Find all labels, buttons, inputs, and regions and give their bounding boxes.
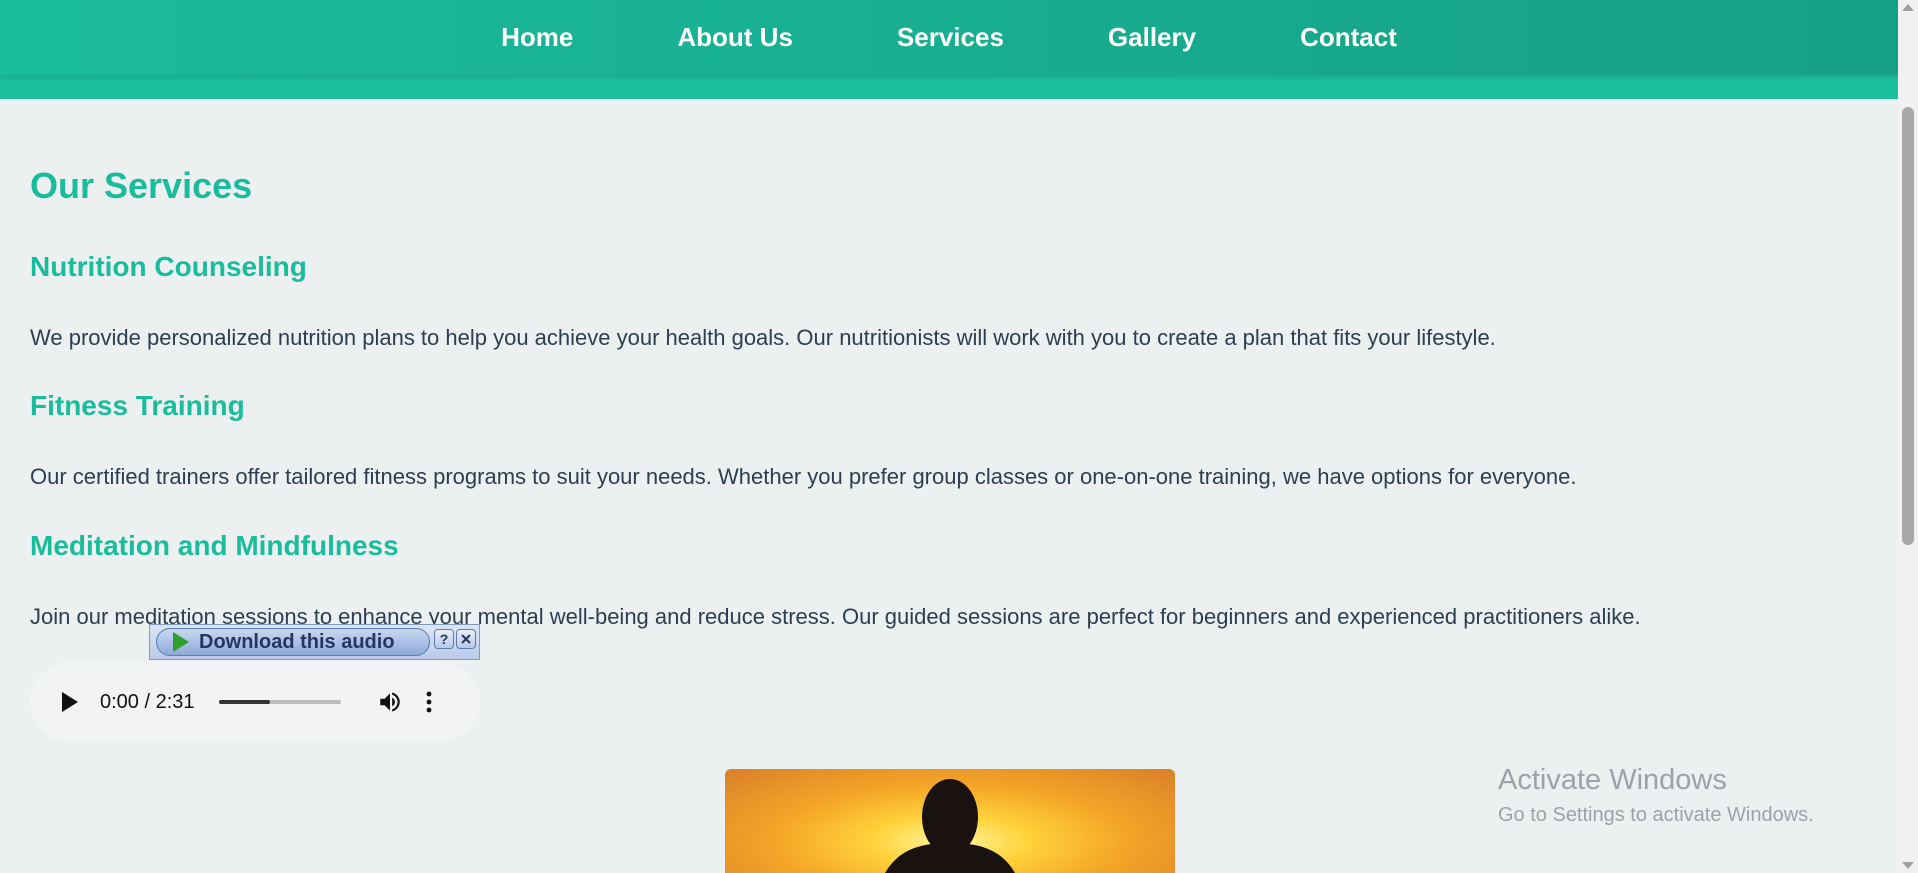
download-audio-toolbar: Download this audio ? (149, 624, 480, 660)
nav-links: Home About Us Services Gallery Contact (0, 0, 1898, 75)
header-band (0, 75, 1898, 99)
vertical-scrollbar[interactable] (1898, 0, 1918, 873)
service-title-meditation: Meditation and Mindfulness (30, 530, 399, 561)
watermark-subtitle: Go to Settings to activate Windows. (1498, 804, 1814, 826)
download-audio-button[interactable]: Download this audio (156, 628, 430, 656)
close-icon[interactable] (456, 629, 476, 649)
service-title-fitness: Fitness Training (30, 390, 245, 421)
scrollbar-thumb[interactable] (1902, 107, 1914, 545)
nav-contact-link[interactable]: Contact (1300, 22, 1397, 53)
play-icon[interactable] (62, 692, 78, 712)
top-navbar: Home About Us Services Gallery Contact (0, 0, 1898, 75)
help-icon[interactable]: ? (434, 629, 454, 649)
page-title: Our Services (30, 165, 253, 206)
service-description-fitness: Our certified trainers offer tailored fi… (30, 464, 1577, 489)
audio-progress-fill (218, 700, 270, 704)
nav-gallery-link[interactable]: Gallery (1108, 22, 1196, 53)
page-viewport: Home About Us Services Gallery Contact O… (0, 0, 1898, 873)
audio-time-display: 0:00 / 2:31 (100, 690, 195, 713)
meditation-silhouette (885, 779, 1015, 873)
volume-icon[interactable] (377, 689, 403, 715)
scroll-down-arrow-icon[interactable] (1902, 862, 1914, 869)
nav-about-link[interactable]: About Us (677, 22, 793, 53)
audio-progress-slider[interactable] (218, 700, 341, 704)
audio-player: 0:00 / 2:31 (30, 662, 480, 742)
meditation-image (725, 769, 1175, 873)
activate-windows-watermark: Activate Windows Go to Settings to activ… (1498, 763, 1814, 828)
watermark-title: Activate Windows (1498, 764, 1727, 796)
nav-services-link[interactable]: Services (897, 22, 1004, 53)
play-arrow-icon (173, 632, 189, 652)
more-options-icon[interactable] (425, 690, 433, 714)
scroll-up-arrow-icon[interactable] (1902, 4, 1914, 11)
download-audio-label: Download this audio (199, 630, 395, 653)
nav-home-link[interactable]: Home (501, 22, 573, 53)
service-description-nutrition: We provide personalized nutrition plans … (30, 325, 1496, 350)
close-x-glyph (461, 634, 471, 644)
service-title-nutrition: Nutrition Counseling (30, 251, 307, 282)
